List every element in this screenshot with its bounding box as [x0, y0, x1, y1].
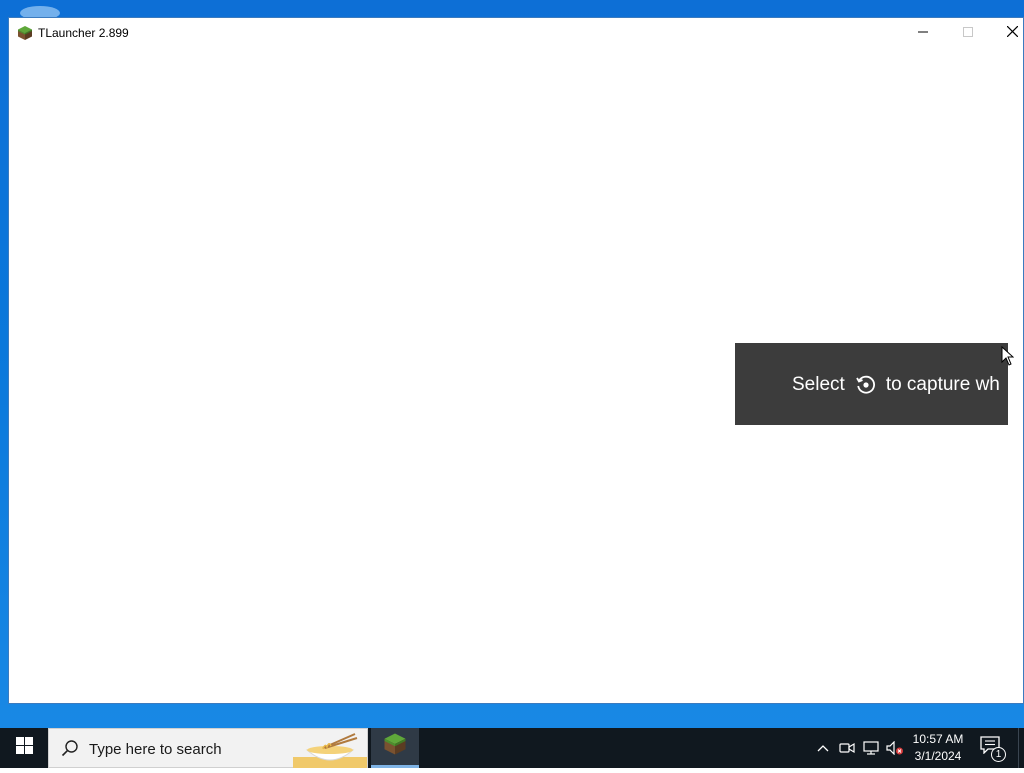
system-clock[interactable]: 10:57 AM 3/1/2024: [906, 731, 970, 765]
minimize-icon: [917, 24, 928, 42]
capture-toast[interactable]: Select to capture wh: [735, 343, 1008, 425]
minecraft-grass-block-icon: [383, 732, 407, 761]
windows-logo-icon: [15, 737, 33, 759]
network-icon[interactable]: [862, 740, 880, 756]
clock-date: 3/1/2024: [914, 749, 962, 763]
search-box[interactable]: Type here to search: [48, 728, 368, 768]
chevron-up-icon[interactable]: [814, 740, 832, 756]
close-button[interactable]: [990, 18, 1024, 48]
search-highlight-noodle-bowl-icon: [293, 730, 367, 773]
window-title: TLauncher 2.899: [38, 26, 129, 40]
action-center-button[interactable]: 1: [980, 736, 1006, 762]
capture-icon: [855, 374, 877, 396]
minimize-button[interactable]: [900, 18, 945, 48]
notification-count-badge: 1: [991, 747, 1006, 762]
search-icon: [61, 739, 79, 762]
toast-text-select: Select: [792, 374, 845, 395]
maximize-button[interactable]: [945, 18, 990, 48]
clock-time: 10:57 AM: [912, 732, 964, 746]
search-placeholder: Type here to search: [89, 741, 222, 758]
desktop: TLauncher 2.899 Select to capture wh: [0, 0, 1024, 768]
close-icon: [1006, 24, 1019, 42]
toast-message: Select to capture wh: [792, 374, 1000, 396]
meet-now-icon[interactable]: [838, 740, 856, 756]
title-bar[interactable]: TLauncher 2.899: [9, 18, 1023, 48]
mouse-cursor-icon: [1001, 345, 1015, 371]
volume-muted-icon[interactable]: [886, 740, 904, 756]
taskbar: Type here to search 10:57 AM 3/1/2024 1: [0, 728, 1024, 768]
maximize-icon: [962, 24, 973, 42]
toast-text-capture: to capture wh: [885, 374, 1000, 395]
minecraft-grass-block-icon: [17, 25, 33, 41]
taskbar-app-tlauncher[interactable]: [371, 728, 419, 768]
start-button[interactable]: [0, 728, 48, 768]
show-desktop-button[interactable]: [1018, 728, 1024, 768]
